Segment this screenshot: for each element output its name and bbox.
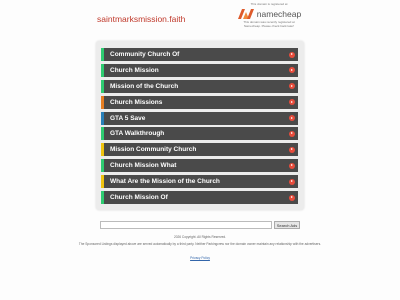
arrow-right-icon <box>289 146 295 153</box>
registrar-box: This domain is registered at namecheap T… <box>236 2 302 28</box>
registration-notice: This domain was recently registered at N… <box>243 20 295 28</box>
sponsored-link[interactable]: Mission Community Church <box>101 143 298 157</box>
sponsored-link-label: Mission of the Church <box>110 82 179 90</box>
registered-text: This domain is registered at <box>250 2 288 6</box>
search-ads-button[interactable]: Search Ads <box>274 221 300 229</box>
sponsored-link[interactable]: Mission of the Church <box>101 79 298 93</box>
sponsored-link[interactable]: Community Church Of <box>101 48 298 61</box>
sponsored-link-label: Community Church Of <box>110 51 180 58</box>
namecheap-brand: namecheap <box>256 9 302 19</box>
namecheap-logo[interactable]: namecheap <box>236 8 302 20</box>
copyright-text: 2026 Copyright. All Rights Reserved. <box>173 235 227 239</box>
sponsored-link[interactable]: Church Mission What <box>101 159 298 173</box>
sponsored-link-label: Church Mission <box>110 66 159 74</box>
disclaimer-text: The Sponsored Listings displayed above a… <box>78 242 322 246</box>
sponsored-link-label: Church Mission Of <box>110 194 168 202</box>
sponsored-link[interactable]: GTA 5 Save <box>101 111 298 125</box>
arrow-right-icon <box>289 51 295 58</box>
sponsored-link-label: GTA 5 Save <box>110 114 146 122</box>
arrow-right-icon <box>289 194 295 201</box>
sponsored-link-label: Mission Community Church <box>110 146 197 154</box>
arrow-right-icon <box>289 162 295 169</box>
sponsored-link[interactable]: GTA Walkthrough <box>101 127 298 141</box>
arrow-right-icon <box>289 99 295 106</box>
related-links-list: Community Church Of Church Mission Mission… <box>101 48 298 207</box>
arrow-right-icon <box>289 115 295 122</box>
sponsored-link[interactable]: Church Mission <box>101 63 298 77</box>
arrow-right-icon <box>289 67 295 74</box>
domain-title: saintmarksmission.faith <box>97 14 186 24</box>
search-bar: Search Ads <box>100 221 300 229</box>
sponsored-link[interactable]: Church Mission Of <box>101 191 298 205</box>
sponsored-link-label: What Are the Mission of the Church <box>110 178 220 186</box>
arrow-right-icon <box>289 178 295 185</box>
arrow-right-icon <box>289 130 295 137</box>
privacy-policy-link[interactable]: Privacy Policy <box>60 256 340 260</box>
namecheap-n-icon <box>237 9 254 19</box>
search-input[interactable] <box>100 221 272 229</box>
related-links-panel: Community Church Of Church Mission Mission… <box>96 41 304 210</box>
sponsored-link-label: Church Missions <box>110 98 163 106</box>
sponsored-link-label: GTA Walkthrough <box>110 130 165 138</box>
sponsored-link[interactable]: What Are the Mission of the Church <box>101 175 298 189</box>
arrow-right-icon <box>289 83 295 90</box>
sponsored-link-label: Church Mission What <box>110 162 177 170</box>
sponsored-link[interactable]: Church Missions <box>101 95 298 109</box>
